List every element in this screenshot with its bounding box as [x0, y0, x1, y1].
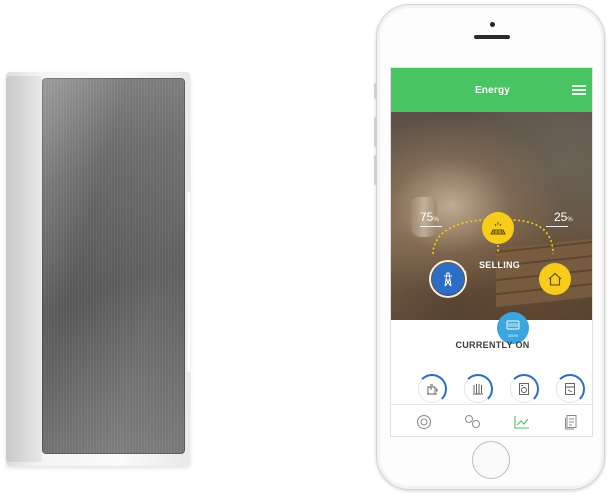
appliance-coffee-machine[interactable]: [417, 374, 447, 404]
appliance-heater[interactable]: [463, 374, 493, 404]
device-side-edge: [6, 76, 42, 462]
reports-icon: [565, 415, 577, 430]
solar-node[interactable]: [482, 212, 514, 244]
phone-volume-down: [374, 155, 377, 185]
phone-screen: Energy 75% 25% SELLING 100% CURRENTLY ON: [390, 67, 593, 437]
nav-reports[interactable]: [561, 413, 581, 431]
bottom-navigation: [391, 404, 592, 436]
phone-home-button[interactable]: [472, 441, 510, 479]
smartphone: Energy 75% 25% SELLING 100% CURRENTLY ON: [374, 4, 605, 490]
dashboard-icon: [417, 415, 431, 429]
appliance-washing-machine[interactable]: [509, 374, 539, 404]
phone-camera: [490, 22, 495, 27]
solar-panel-icon: [490, 222, 506, 235]
grid-node[interactable]: [432, 263, 464, 295]
phone-mute-switch: [374, 83, 377, 99]
phone-volume-up: [374, 117, 377, 147]
home-battery-device: [6, 72, 190, 466]
device-edge-strip: [185, 192, 190, 372]
nav-dashboard[interactable]: [414, 413, 434, 431]
grid-share-underline: [420, 226, 442, 227]
phone-speaker: [474, 35, 510, 39]
battery-level-label: 100%: [507, 333, 519, 338]
grid-share-percent: 75%: [420, 210, 439, 224]
menu-icon[interactable]: [572, 85, 586, 95]
home-node[interactable]: [539, 263, 571, 295]
devices-icon: [465, 415, 480, 428]
statistics-icon: [514, 416, 529, 429]
home-share-percent: 25%: [554, 210, 573, 224]
home-share-underline: [546, 226, 568, 227]
app-title: Energy: [474, 85, 511, 96]
energy-flow-panel: 75% 25% SELLING 100%: [391, 112, 592, 344]
device-brushed-panel: [42, 78, 185, 454]
nav-statistics[interactable]: [512, 413, 532, 431]
home-icon: [548, 272, 562, 286]
nav-devices[interactable]: [463, 413, 483, 431]
appliance-dishwasher[interactable]: [555, 374, 585, 404]
app-header: Energy: [391, 68, 592, 112]
currently-on-heading: CURRENTLY ON: [455, 340, 530, 350]
battery-icon: [506, 320, 520, 330]
energy-status: SELLING: [479, 260, 521, 270]
grid-tower-icon: [444, 272, 452, 287]
